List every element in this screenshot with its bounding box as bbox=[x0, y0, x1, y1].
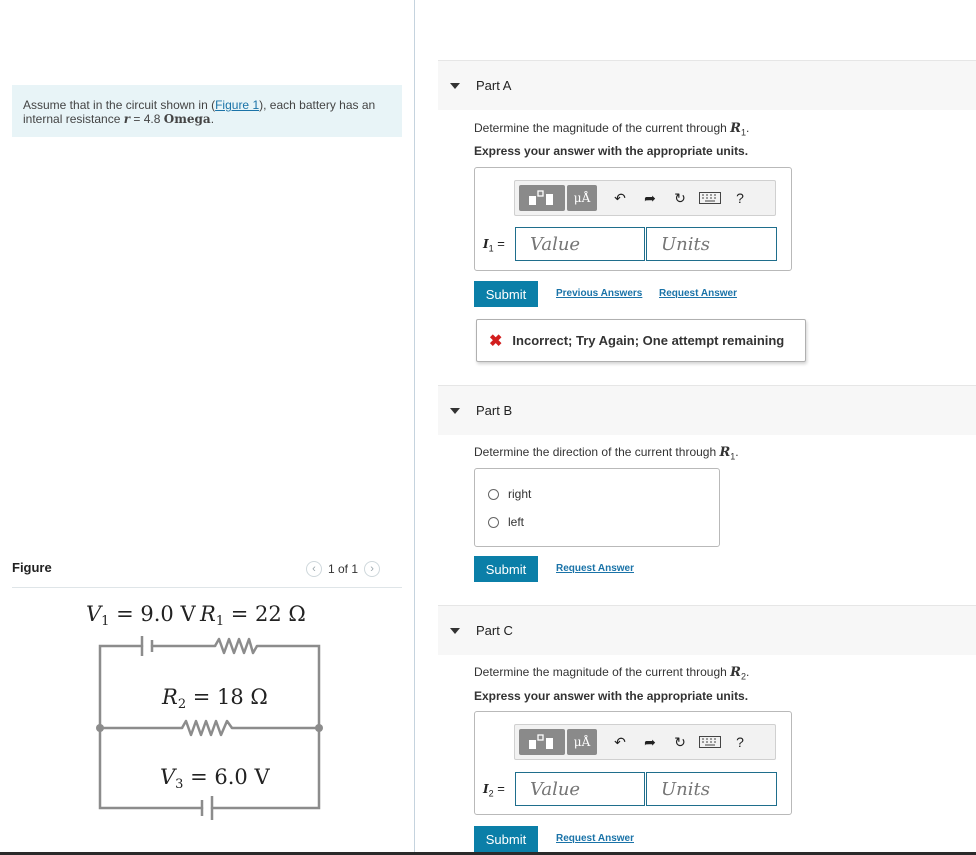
part-c-question: Determine the magnitude of the current t… bbox=[474, 665, 749, 681]
part-a-title: Part A bbox=[476, 78, 512, 93]
part-b-question: Determine the direction of the current t… bbox=[474, 445, 739, 461]
wire bbox=[98, 644, 144, 730]
part-a-header[interactable]: Part A bbox=[438, 60, 976, 110]
pager-text: 1 of 1 bbox=[328, 562, 359, 576]
part-a-variable: I1 = bbox=[483, 236, 505, 254]
part-b-options-box bbox=[474, 468, 720, 547]
part-b-title: Part B bbox=[476, 403, 513, 418]
part-c-units-input[interactable] bbox=[646, 772, 777, 806]
r-value: = 4.8 bbox=[130, 112, 164, 126]
previous-answers-link[interactable]: Previous Answers bbox=[556, 288, 642, 299]
r2-label: R2 = 18 Ω bbox=[161, 685, 268, 712]
junction-node bbox=[315, 724, 323, 732]
keyboard-icon[interactable] bbox=[695, 185, 725, 211]
resistor-r1 bbox=[213, 637, 259, 655]
prompt-end: . bbox=[210, 112, 215, 126]
help-button[interactable]: ? bbox=[725, 729, 755, 755]
r-symbol: R bbox=[730, 665, 741, 680]
question-end: . bbox=[745, 665, 750, 679]
question-end: . bbox=[735, 445, 739, 459]
r1-label: R1 = 22 Ω bbox=[199, 602, 306, 629]
part-a-value-input[interactable] bbox=[515, 227, 645, 261]
part-c-value-input[interactable] bbox=[515, 772, 645, 806]
caret-down-icon[interactable] bbox=[450, 82, 460, 89]
feedback-text: Incorrect; Try Again; One attempt remain… bbox=[512, 333, 785, 348]
reset-icon[interactable]: ↻ bbox=[665, 729, 695, 755]
part-c-instruction: Express your answer with the appropriate… bbox=[474, 689, 749, 703]
part-c-submit-button[interactable]: Submit bbox=[474, 826, 538, 852]
equals-sign: = bbox=[493, 236, 505, 251]
figure-pager: ‹ 1 of 1 › bbox=[306, 561, 381, 577]
caret-down-icon[interactable] bbox=[450, 407, 460, 414]
redo-icon[interactable]: ➦ bbox=[635, 185, 665, 211]
r-symbol: R bbox=[719, 445, 731, 460]
question-end: . bbox=[745, 121, 750, 135]
junction-node bbox=[96, 724, 104, 732]
part-a-question: Determine the magnitude of the current t… bbox=[474, 121, 749, 137]
units-button[interactable]: μÅ bbox=[567, 185, 597, 211]
part-b-submit-button[interactable]: Submit bbox=[474, 556, 538, 582]
redo-icon[interactable]: ➦ bbox=[635, 729, 665, 755]
circuit-diagram: V1 = 9.0 V R1 = 22 Ω R2 = 18 Ω V3 = 6.0 … bbox=[86, 602, 323, 820]
part-a-feedback: ✖ Incorrect; Try Again; One attempt rema… bbox=[476, 319, 806, 362]
part-c-title: Part C bbox=[476, 623, 513, 638]
chevron-right-icon[interactable]: › bbox=[364, 561, 381, 577]
part-a-submit-button[interactable]: Submit bbox=[474, 281, 538, 307]
equals-sign: = bbox=[493, 781, 505, 796]
figure-divider bbox=[12, 587, 402, 588]
part-b-header[interactable]: Part B bbox=[438, 385, 976, 435]
prompt-text: Assume that in the circuit shown in ( bbox=[23, 98, 216, 112]
r-unit: Omega bbox=[163, 112, 211, 126]
undo-icon[interactable]: ↶ bbox=[605, 729, 635, 755]
part-c-header[interactable]: Part C bbox=[438, 605, 976, 655]
reset-icon[interactable]: ↻ bbox=[665, 185, 695, 211]
part-c-variable: I2 = bbox=[483, 781, 505, 799]
panel-divider bbox=[414, 0, 415, 855]
undo-icon[interactable]: ↶ bbox=[605, 185, 635, 211]
units-button[interactable]: μÅ bbox=[567, 729, 597, 755]
part-b-request-answer-link[interactable]: Request Answer bbox=[556, 563, 634, 574]
v1-label: V1 = 9.0 V bbox=[86, 602, 196, 629]
part-a-units-input[interactable] bbox=[646, 227, 777, 261]
caret-down-icon[interactable] bbox=[450, 627, 460, 634]
help-button[interactable]: ? bbox=[725, 185, 755, 211]
radio-button[interactable] bbox=[488, 516, 499, 528]
option-right[interactable]: right bbox=[488, 487, 531, 501]
keyboard-icon[interactable] bbox=[695, 729, 725, 755]
question-text: Determine the magnitude of the current t… bbox=[474, 665, 731, 679]
option-label: right bbox=[508, 487, 532, 501]
figure-link[interactable]: Figure 1 bbox=[215, 98, 259, 112]
close-icon: ✖ bbox=[489, 332, 503, 350]
option-left[interactable]: left bbox=[488, 515, 524, 529]
v3-label: V3 = 6.0 V bbox=[160, 765, 270, 792]
resistor-r2 bbox=[180, 719, 234, 737]
figure-label: Figure bbox=[12, 560, 52, 575]
part-c-toolbar: μÅ ↶ ➦ ↻ ? bbox=[514, 724, 776, 760]
problem-statement: Assume that in the circuit shown in (Fig… bbox=[12, 85, 402, 137]
option-label: left bbox=[508, 515, 525, 529]
template-icon[interactable] bbox=[519, 185, 565, 211]
radio-button[interactable] bbox=[488, 488, 499, 500]
part-a-request-answer-link[interactable]: Request Answer bbox=[659, 288, 737, 299]
r-symbol: R bbox=[730, 121, 741, 136]
chevron-left-icon[interactable]: ‹ bbox=[306, 561, 322, 577]
question-text: Determine the magnitude of the current t… bbox=[474, 121, 731, 135]
part-c-request-answer-link[interactable]: Request Answer bbox=[556, 833, 634, 844]
part-a-instruction: Express your answer with the appropriate… bbox=[474, 144, 749, 158]
template-icon[interactable] bbox=[519, 729, 565, 755]
part-a-toolbar: μÅ ↶ ➦ ↻ ? bbox=[514, 180, 776, 216]
question-text: Determine the direction of the current t… bbox=[474, 445, 720, 459]
